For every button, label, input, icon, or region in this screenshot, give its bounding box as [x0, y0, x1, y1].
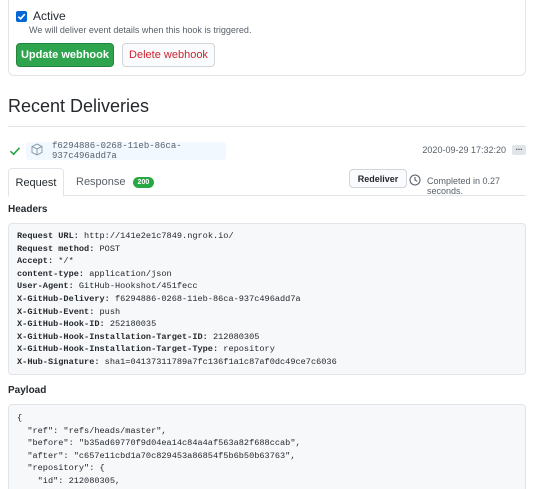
headers-box: Request URL: http://141e2e1c7849.ngrok.i… [8, 223, 526, 375]
delivery-timestamp: 2020-09-29 17:32:20 [422, 145, 506, 155]
active-row[interactable]: Active [16, 9, 66, 23]
tab-request[interactable]: Request [8, 168, 64, 197]
header-key: X-GitHub-Hook-ID: [17, 319, 105, 330]
active-checkbox[interactable] [16, 10, 27, 22]
header-key: content-type: [17, 268, 85, 279]
header-line: X-Hub-Signature: sha1=04137311789a7fc136… [17, 356, 517, 369]
header-key: X-GitHub-Hook-Installation-Target-Type: [17, 344, 219, 355]
header-line: X-GitHub-Hook-Installation-Target-ID: 21… [17, 331, 517, 344]
header-line: X-GitHub-Delivery: f6294886-0268-11eb-86… [17, 293, 517, 306]
header-key: X-GitHub-Hook-Installation-Target-ID: [17, 331, 208, 342]
header-value: */* [53, 256, 74, 267]
payload-line: "after": "c657e11cbd1a70c829453a86854f5b… [17, 450, 296, 461]
header-value: f6294886-0268-11eb-86ca-937c496add7a [109, 293, 301, 304]
header-line: Request method: POST [17, 243, 517, 256]
package-icon [31, 143, 43, 156]
header-key: X-GitHub-Event: [17, 306, 95, 317]
delete-webhook-button[interactable]: Delete webhook [122, 43, 215, 67]
delivery-tabs: Request Response 200 Redeliver Completed… [8, 168, 526, 197]
payload-line: "repository": { [17, 463, 105, 474]
recent-deliveries-title: Recent Deliveries [8, 96, 150, 116]
tab-response-label: Response [76, 176, 126, 188]
header-line: User-Agent: GitHub-Hookshot/451fecc [17, 280, 517, 293]
header-key: Request method: [17, 243, 95, 254]
status-badge: 200 [132, 176, 155, 188]
header-key: Accept: [17, 256, 54, 267]
check-icon [9, 147, 21, 156]
payload-line: "before": "b35ad69770f9d04ea14c84a4af563… [17, 438, 301, 449]
clock-icon [409, 174, 421, 186]
header-key: User-Agent: [17, 281, 74, 292]
active-label: Active [33, 9, 66, 23]
delivery-row[interactable]: f6294886-0268-11eb-86ca-937c496add7a 202… [8, 141, 526, 161]
header-value: push [94, 306, 121, 317]
tab-request-label: Request [15, 176, 57, 189]
active-note: We will deliver event details when this … [29, 25, 252, 35]
header-line: Request URL: http://141e2e1c7849.ngrok.i… [17, 230, 517, 243]
delivery-guid[interactable]: f6294886-0268-11eb-86ca-937c496add7a [26, 141, 226, 161]
header-value: repository [218, 344, 275, 355]
payload-box: { "ref": "refs/heads/master", "before": … [8, 404, 526, 489]
header-line: Accept: */* [17, 255, 517, 268]
payload-line: { [17, 413, 23, 423]
header-line: content-type: application/json [17, 268, 517, 281]
header-value: http://141e2e1c7849.ngrok.io/ [78, 231, 234, 241]
more-options-button[interactable]: ... [512, 144, 526, 155]
webhook-settings-box: Active We will deliver event details whe… [8, 0, 526, 76]
header-line: X-GitHub-Hook-Installation-Target-Type: … [17, 343, 517, 356]
delivery-guid-text: f6294886-0268-11eb-86ca-937c496add7a [52, 141, 182, 161]
header-value: 212080305 [207, 331, 260, 342]
payload-line: "id": 212080305, [17, 475, 121, 486]
section-divider [8, 126, 526, 127]
header-value: sha1=04137311789a7fc136f1a1c87af0dc49ce7… [99, 356, 337, 367]
header-key: Request URL: [17, 231, 79, 241]
headers-title: Headers [8, 204, 48, 215]
payload-title: Payload [8, 385, 47, 396]
header-line: X-GitHub-Event: push [17, 306, 517, 319]
header-key: X-Hub-Signature: [17, 356, 100, 367]
update-webhook-button[interactable]: Update webhook [16, 43, 114, 67]
header-key: X-GitHub-Delivery: [17, 293, 110, 304]
tab-response[interactable]: Response 200 [76, 168, 155, 196]
header-value: application/json [84, 268, 172, 279]
header-value: GitHub-Hookshot/451fecc [73, 281, 198, 292]
redeliver-button[interactable]: Redeliver [349, 169, 407, 188]
header-value: POST [94, 243, 121, 254]
completed-text: Completed in 0.27 seconds. [427, 176, 501, 196]
header-value: 252180035 [104, 319, 157, 330]
payload-line: "ref": "refs/heads/master", [17, 425, 167, 436]
header-line: X-GitHub-Hook-ID: 252180035 [17, 318, 517, 331]
